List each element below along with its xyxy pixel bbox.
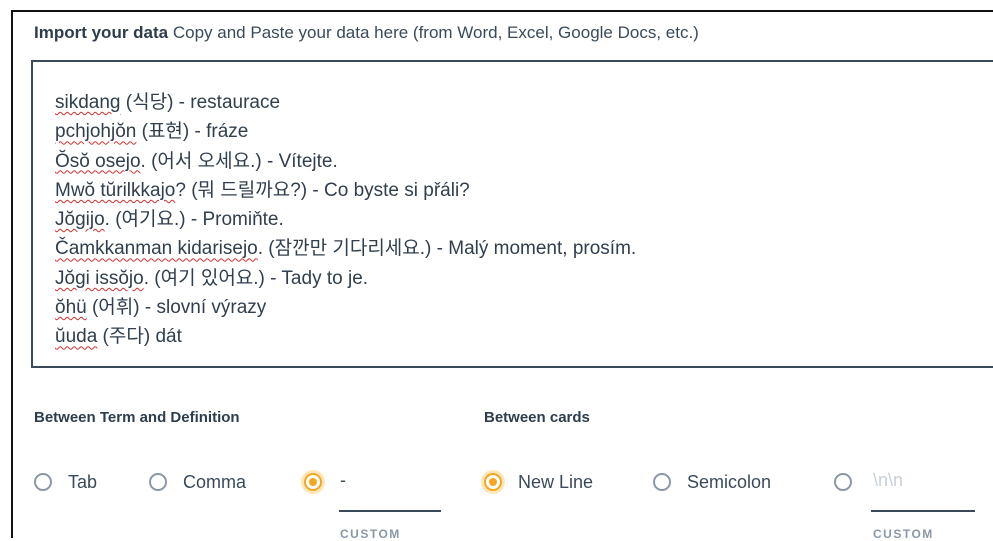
radio-custom-cards[interactable] (834, 469, 852, 495)
radio-new-line-label: New Line (518, 471, 594, 492)
textarea-content: sikdang (식당) - restaurace pchjohjŏn (표현)… (55, 88, 636, 352)
radio-custom-term[interactable] (304, 469, 322, 495)
term-definition-label: Between Term and Definition (34, 409, 240, 426)
text-line: ŭuda (주다) dát (55, 326, 182, 348)
import-title: Import your data (34, 23, 169, 42)
text-line: Mwŏ tŭrilkkajo? (뭐 드릴까요?) - Co byste si … (55, 179, 470, 201)
text-line: Ŏsŏ osejo. (어서 오세요.) - Vítejte. (55, 150, 338, 172)
text-line: sikdang (식당) - restaurace (55, 92, 281, 113)
text-line: ŏhü (어휘) - slovní výrazy (55, 297, 267, 319)
import-header: Import your data Copy and Paste your dat… (34, 23, 699, 43)
radio-circle[interactable] (834, 473, 852, 491)
radio-circle-selected[interactable] (484, 473, 502, 491)
radio-semicolon-label: Semicolon (687, 471, 772, 492)
custom-cards-caption: CUSTOM (873, 527, 934, 541)
custom-term-caption: CUSTOM (340, 527, 401, 541)
between-cards-label: Between cards (484, 409, 590, 426)
custom-cards-input[interactable]: \n\n (873, 470, 903, 491)
custom-term-underline (339, 510, 441, 512)
radio-circle-selected[interactable] (304, 473, 322, 491)
custom-term-input[interactable]: - (340, 470, 346, 491)
text-line: pchjohjŏn (표현) - fráze (55, 121, 249, 143)
radio-circle[interactable] (653, 473, 671, 491)
radio-tab[interactable]: Tab (34, 469, 97, 495)
import-textarea[interactable]: sikdang (식당) - restaurace pchjohjŏn (표현)… (31, 60, 993, 368)
radio-comma[interactable]: Comma (149, 469, 246, 495)
radio-new-line[interactable]: New Line (484, 469, 593, 495)
radio-circle[interactable] (149, 473, 167, 491)
text-line: Jŏgi issŏjo. (여기 있어요.) - Tady to je. (55, 267, 369, 289)
radio-tab-label: Tab (68, 471, 98, 492)
radio-semicolon[interactable]: Semicolon (653, 469, 771, 495)
radio-comma-label: Comma (183, 471, 247, 492)
radio-circle[interactable] (34, 473, 52, 491)
text-line: Čamkkanman kidarisejo. (잠깐만 기다리세요.) - Ma… (55, 238, 637, 260)
import-subtitle: Copy and Paste your data here (from Word… (172, 23, 699, 42)
text-line: Jŏgijo. (여기요.) - Promiňte. (55, 209, 284, 231)
custom-cards-underline (871, 510, 975, 512)
